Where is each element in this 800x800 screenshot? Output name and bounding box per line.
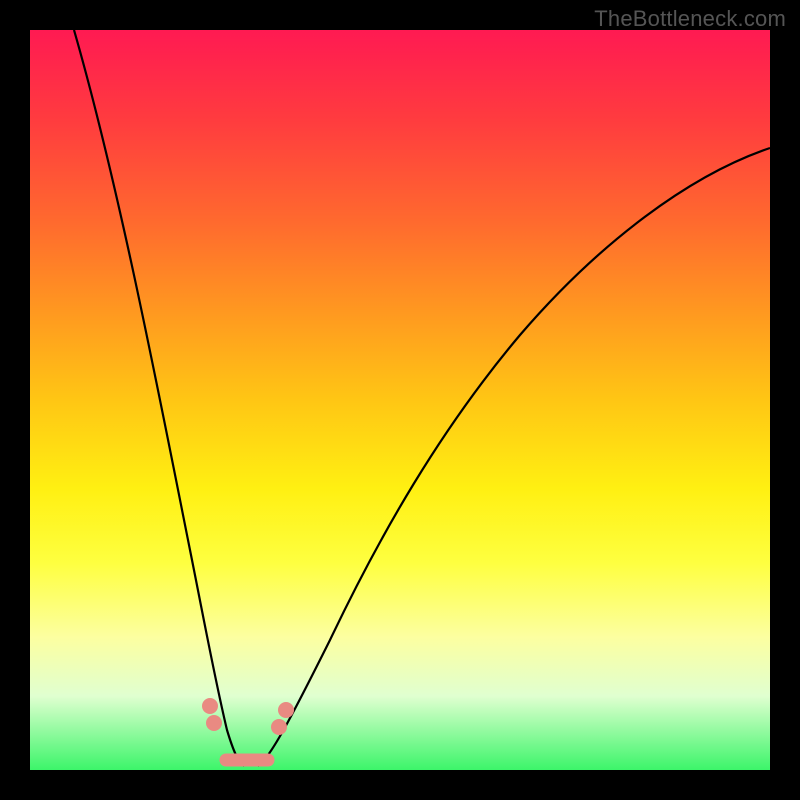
curve-right-branch bbox=[258, 148, 770, 766]
watermark-text: TheBottleneck.com bbox=[594, 6, 786, 32]
curve-left-branch bbox=[74, 30, 244, 766]
marker-dot-left-upper bbox=[202, 698, 218, 714]
marker-dot-left-lower bbox=[206, 715, 222, 731]
marker-dot-right-lower bbox=[271, 719, 287, 735]
chart-plot-area bbox=[30, 30, 770, 770]
marker-dot-right-upper bbox=[278, 702, 294, 718]
chart-svg bbox=[30, 30, 770, 770]
